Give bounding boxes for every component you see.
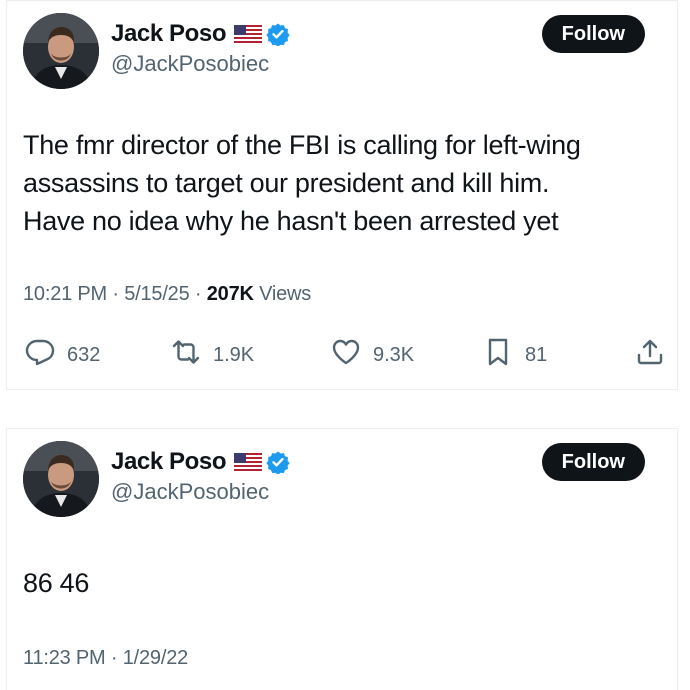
tweet-time[interactable]: 10:21 PM xyxy=(23,283,107,305)
tweet-date[interactable]: 1/29/22 xyxy=(123,647,189,669)
user-handle[interactable]: @JackPosobiec xyxy=(111,51,269,77)
repost-count: 1.9K xyxy=(213,343,255,366)
verified-badge-icon xyxy=(266,22,290,47)
tweet-header: Jack Poso @JackPosobiec Follow xyxy=(7,429,677,519)
tweet-text: 86 46 xyxy=(23,568,90,598)
follow-button[interactable]: Follow xyxy=(541,15,645,53)
tweet-card: Jack Poso xyxy=(6,0,678,390)
display-name[interactable]: Jack Poso xyxy=(111,448,227,476)
avatar[interactable] xyxy=(23,13,99,89)
tweet-screenshot: Jack Poso @JackPosobiec Follow The fmr d… xyxy=(0,0,690,690)
reply-count: 632 xyxy=(67,343,101,366)
us-flag-icon xyxy=(234,25,263,43)
tweet-header: Jack Poso @JackPosobiec Follow xyxy=(7,1,677,91)
share-icon xyxy=(635,337,665,373)
repost-icon xyxy=(171,337,201,373)
tweet-actions: 632 1.9K 9.3K 81 xyxy=(23,335,663,375)
tweet-card: Jack Poso xyxy=(6,428,678,690)
tweet-text: The fmr director of the FBI is calling f… xyxy=(23,130,581,236)
tweet-time[interactable]: 11:23 PM xyxy=(23,647,106,669)
views-label: Views xyxy=(259,283,312,305)
bookmark-button[interactable]: 81 xyxy=(483,335,547,375)
verified-badge-icon xyxy=(266,450,290,475)
meta-separator: · xyxy=(112,283,125,305)
follow-button[interactable]: Follow xyxy=(541,443,645,481)
display-name[interactable]: Jack Poso xyxy=(111,20,227,48)
reply-icon xyxy=(25,337,55,373)
reply-button[interactable]: 632 xyxy=(25,335,100,375)
meta-separator: · xyxy=(194,283,207,305)
name-row: Jack Poso xyxy=(111,447,290,477)
name-row: Jack Poso xyxy=(111,19,290,49)
bookmark-icon xyxy=(483,337,513,373)
heart-icon xyxy=(331,337,361,373)
meta-separator: · xyxy=(110,647,123,669)
bookmark-count: 81 xyxy=(525,343,548,366)
like-button[interactable]: 9.3K xyxy=(331,335,414,375)
repost-button[interactable]: 1.9K xyxy=(171,335,254,375)
share-button[interactable] xyxy=(635,335,665,375)
us-flag-icon xyxy=(234,453,263,471)
like-count: 9.3K xyxy=(373,343,415,366)
tweet-meta: 10:21 PM · 5/15/25 · 207K Views xyxy=(23,283,311,306)
avatar[interactable] xyxy=(23,441,99,517)
tweet-date[interactable]: 5/15/25 xyxy=(124,283,190,305)
user-handle[interactable]: @JackPosobiec xyxy=(111,479,269,505)
views-count: 207K xyxy=(206,283,254,305)
tweet-meta: 11:23 PM · 1/29/22 xyxy=(23,647,188,670)
